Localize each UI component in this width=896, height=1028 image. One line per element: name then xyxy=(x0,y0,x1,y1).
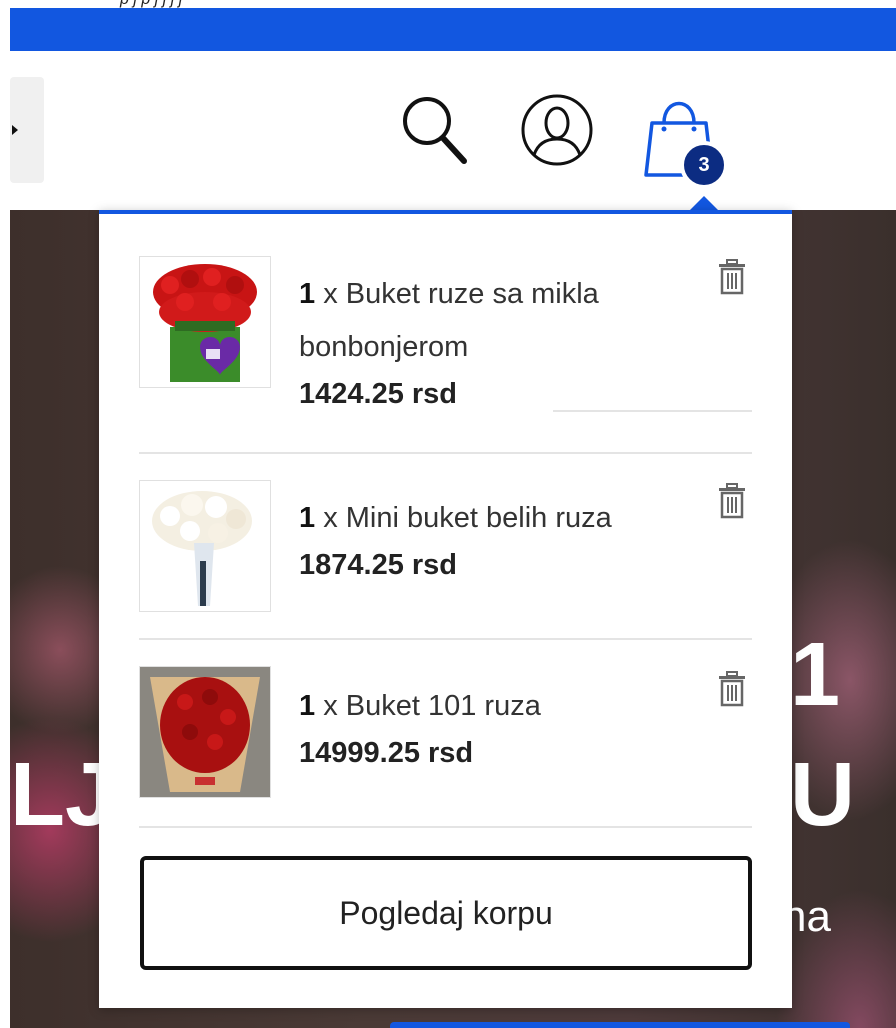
product-thumbnail[interactable] xyxy=(139,256,271,388)
top-strip: p j p j j j j xyxy=(0,0,896,8)
cart-item: 1 x Buket 101 ruza 14999.25 rsd xyxy=(139,640,752,828)
top-strip-text: p j p j j j j xyxy=(120,0,182,8)
item-quantity: 1 xyxy=(299,278,316,310)
trash-icon[interactable] xyxy=(717,482,747,520)
cart-item: 1 x Mini buket belih ruza 1874.25 rsd xyxy=(139,454,752,640)
item-price: 14999.25 rsd xyxy=(299,737,474,769)
search-icon[interactable] xyxy=(398,91,470,167)
trash-icon[interactable] xyxy=(717,258,747,296)
caret-right-icon xyxy=(12,125,18,135)
product-thumbnail[interactable] xyxy=(139,480,271,612)
red-roses-bouquet-image xyxy=(153,264,257,382)
hero-title-right-mid: U xyxy=(790,745,855,845)
hero-cta-button[interactable] xyxy=(390,1022,850,1028)
user-icon[interactable] xyxy=(520,93,594,167)
cart-item-details: 1 x Mini buket belih ruza 1874.25 rsd xyxy=(299,492,699,585)
product-thumbnail[interactable] xyxy=(139,666,271,798)
101-roses-bouquet-image xyxy=(140,667,270,797)
menu-button[interactable] xyxy=(10,77,44,183)
white-roses-bouquet-image xyxy=(152,491,252,606)
item-divider xyxy=(553,410,752,412)
item-separator: x xyxy=(315,690,346,722)
view-cart-button[interactable]: Pogledaj korpu xyxy=(140,856,752,970)
item-name[interactable]: Buket 101 ruza xyxy=(346,690,541,722)
item-quantity: 1 xyxy=(299,690,316,722)
mini-cart-dropdown: 1 x Buket ruze sa mikla bonbonjerom 1424… xyxy=(99,210,792,1008)
item-separator: x xyxy=(315,502,346,534)
item-price: 1424.25 rsd xyxy=(299,378,458,410)
trash-icon[interactable] xyxy=(717,670,747,708)
site-header xyxy=(0,51,896,210)
item-separator: x xyxy=(315,278,346,310)
hero-title-right-top: 1 xyxy=(790,625,841,725)
cart-item-details: 1 x Buket ruze sa mikla bonbonjerom 1424… xyxy=(299,268,699,414)
item-price: 1874.25 rsd xyxy=(299,549,458,581)
cart-item-details: 1 x Buket 101 ruza 14999.25 rsd xyxy=(299,680,699,773)
item-name[interactable]: Mini buket belih ruza xyxy=(346,502,612,534)
dropdown-caret xyxy=(690,196,718,210)
cart-item: 1 x Buket ruze sa mikla bonbonjerom 1424… xyxy=(139,254,752,454)
item-quantity: 1 xyxy=(299,502,316,534)
cart-count-badge[interactable]: 3 xyxy=(680,141,728,189)
announcement-bar xyxy=(10,8,896,51)
